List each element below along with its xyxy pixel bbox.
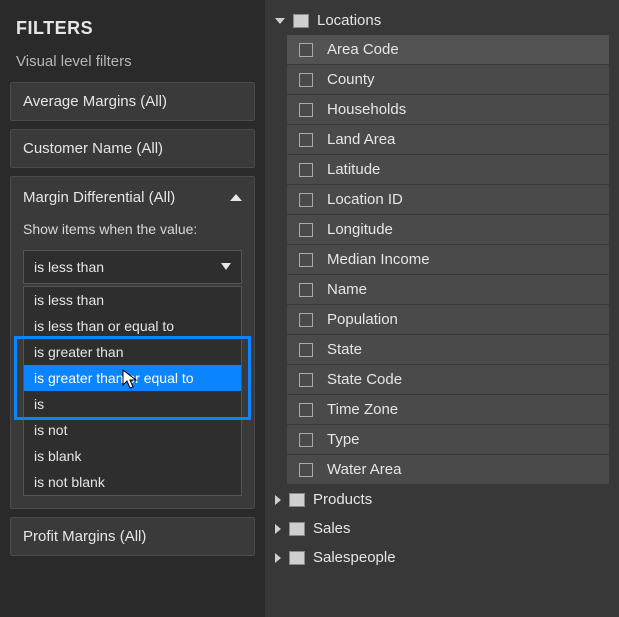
field-row[interactable]: Type [287,425,609,455]
triangle-right-icon [275,553,281,563]
table-icon [289,551,305,565]
field-row[interactable]: Water Area [287,455,609,485]
field-label: Type [327,431,360,448]
checkbox[interactable] [299,43,313,57]
checkbox[interactable] [299,343,313,357]
condition-option[interactable]: is less than or equal to [24,313,241,339]
filter-card-label: Customer Name (All) [23,140,163,157]
field-label: Latitude [327,161,380,178]
checkbox[interactable] [299,373,313,387]
condition-option[interactable]: is not blank [24,469,241,495]
filter-card-label: Margin Differential (All) [23,189,175,206]
checkbox[interactable] [299,73,313,87]
condition-option[interactable]: is not [24,417,241,443]
field-label: Water Area [327,461,401,478]
field-row[interactable]: Location ID [287,185,609,215]
field-list: Area Code County Households Land Area Latitu… [287,35,609,485]
table-node[interactable]: Locations [271,6,609,35]
field-row[interactable]: Time Zone [287,395,609,425]
table-label: Products [313,491,372,508]
table-label: Salespeople [313,549,396,566]
field-label: Longitude [327,221,393,238]
table-label: Sales [313,520,351,537]
checkbox[interactable] [299,223,313,237]
field-label: Location ID [327,191,403,208]
cursor-icon [122,369,140,395]
field-label: Land Area [327,131,395,148]
table-icon [289,522,305,536]
checkbox[interactable] [299,133,313,147]
checkbox[interactable] [299,163,313,177]
filter-card-average-margins[interactable]: Average Margins (All) [10,82,255,121]
filters-title: FILTERS [16,18,249,39]
table-label: Locations [317,12,381,29]
condition-select[interactable]: is less than [23,250,242,284]
triangle-right-icon [275,524,281,534]
filter-card-label: Profit Margins (All) [23,528,146,545]
field-label: Population [327,311,398,328]
checkbox[interactable] [299,193,313,207]
checkbox[interactable] [299,433,313,447]
checkbox[interactable] [299,463,313,477]
filters-panel: FILTERS Visual level filters Average Mar… [0,0,265,617]
filter-card-profit-margins[interactable]: Profit Margins (All) [10,517,255,556]
field-label: State [327,341,362,358]
table-node[interactable]: Products [271,485,609,514]
filters-subheader: Visual level filters [16,53,249,70]
table-icon [293,14,309,28]
field-label: Median Income [327,251,430,268]
field-row[interactable]: Name [287,275,609,305]
field-label: Name [327,281,367,298]
table-node[interactable]: Sales [271,514,609,543]
field-row[interactable]: Households [287,95,609,125]
field-label: Households [327,101,406,118]
field-label: State Code [327,371,402,388]
field-label: County [327,71,375,88]
fields-panel: Locations Area Code County Households Land A… [265,0,619,617]
condition-option[interactable]: is blank [24,443,241,469]
field-row[interactable]: Longitude [287,215,609,245]
table-node[interactable]: Salespeople [271,543,609,572]
filter-instruction: Show items when the value: [23,220,197,240]
filter-card-header[interactable]: Margin Differential (All) [23,189,242,206]
condition-dropdown: is less thanis less than or equal tois g… [23,286,242,496]
table-icon [289,493,305,507]
checkbox[interactable] [299,283,313,297]
field-row[interactable]: State Code [287,365,609,395]
field-row[interactable]: Latitude [287,155,609,185]
field-row[interactable]: Median Income [287,245,609,275]
filter-card-label: Average Margins (All) [23,93,167,110]
condition-option[interactable]: is greater than [24,339,241,365]
checkbox[interactable] [299,253,313,267]
field-row[interactable]: County [287,65,609,95]
filter-card-customer-name[interactable]: Customer Name (All) [10,129,255,168]
condition-select-value: is less than [34,259,104,275]
field-label: Area Code [327,41,399,58]
field-row[interactable]: Population [287,305,609,335]
condition-option[interactable]: is less than [24,287,241,313]
caret-down-icon [221,263,231,270]
triangle-down-icon [275,18,285,24]
checkbox[interactable] [299,103,313,117]
field-label: Time Zone [327,401,398,418]
field-row[interactable]: Land Area [287,125,609,155]
checkbox[interactable] [299,313,313,327]
chevron-up-icon [230,194,242,201]
field-row[interactable]: Area Code [287,35,609,65]
checkbox[interactable] [299,403,313,417]
filter-card-margin-differential[interactable]: Margin Differential (All) Show items whe… [10,176,255,509]
field-row[interactable]: State [287,335,609,365]
triangle-right-icon [275,495,281,505]
